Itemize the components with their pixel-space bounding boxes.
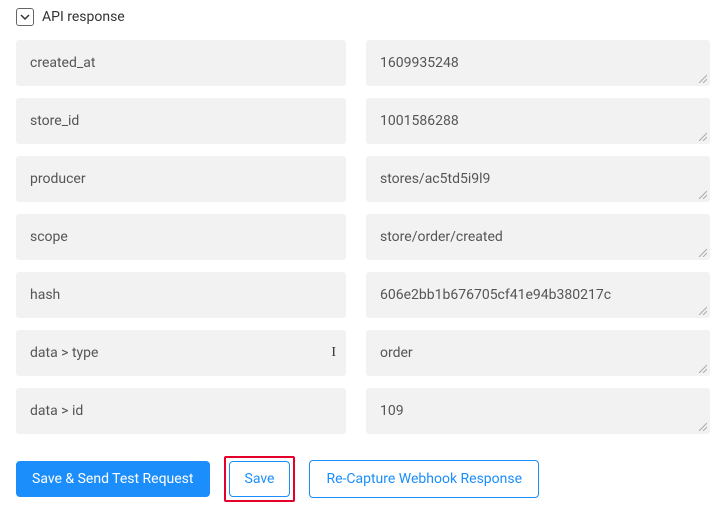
field-value-text: order bbox=[380, 345, 413, 361]
field-rows: created_at 1609935248 store_id 100158628… bbox=[16, 40, 710, 434]
section-header: API response bbox=[16, 8, 710, 26]
field-key[interactable]: hash bbox=[16, 272, 346, 318]
field-row: scope store/order/created bbox=[16, 214, 710, 260]
field-key[interactable]: store_id bbox=[16, 98, 346, 144]
field-value[interactable]: store/order/created bbox=[366, 214, 710, 260]
collapse-toggle[interactable] bbox=[16, 8, 34, 26]
field-value-text: 606e2bb1b676705cf41e94b380217c bbox=[380, 287, 611, 303]
field-value-text: 1001586288 bbox=[380, 113, 459, 129]
field-row: data > id 109 bbox=[16, 388, 710, 434]
field-value-text: 109 bbox=[380, 403, 404, 419]
field-value[interactable]: 1001586288 bbox=[366, 98, 710, 144]
field-row: hash 606e2bb1b676705cf41e94b380217c bbox=[16, 272, 710, 318]
save-button[interactable]: Save bbox=[229, 461, 291, 497]
section-title: API response bbox=[42, 9, 125, 25]
field-row: store_id 1001586288 bbox=[16, 98, 710, 144]
field-value[interactable]: 1609935248 bbox=[366, 40, 710, 86]
field-key-text: data > type bbox=[30, 345, 98, 361]
text-cursor-icon: I bbox=[331, 345, 336, 361]
save-button-highlight: Save bbox=[224, 456, 296, 502]
field-key[interactable]: created_at bbox=[16, 40, 346, 86]
button-row: Save & Send Test Request Save Re-Capture… bbox=[16, 456, 710, 502]
field-row: created_at 1609935248 bbox=[16, 40, 710, 86]
field-value-text: store/order/created bbox=[380, 229, 503, 245]
field-value[interactable]: stores/ac5td5i9l9 bbox=[366, 156, 710, 202]
resize-handle-icon bbox=[697, 131, 707, 141]
resize-handle-icon bbox=[697, 421, 707, 431]
field-key[interactable]: scope bbox=[16, 214, 346, 260]
resize-handle-icon bbox=[697, 305, 707, 315]
field-key[interactable]: producer bbox=[16, 156, 346, 202]
field-value[interactable]: 109 bbox=[366, 388, 710, 434]
field-row: producer stores/ac5td5i9l9 bbox=[16, 156, 710, 202]
resize-handle-icon bbox=[697, 189, 707, 199]
save-send-test-button[interactable]: Save & Send Test Request bbox=[16, 461, 210, 497]
field-value[interactable]: order bbox=[366, 330, 710, 376]
field-key[interactable]: data > type I bbox=[16, 330, 346, 376]
field-key[interactable]: data > id bbox=[16, 388, 346, 434]
chevron-down-icon bbox=[20, 12, 30, 22]
field-value[interactable]: 606e2bb1b676705cf41e94b380217c bbox=[366, 272, 710, 318]
resize-handle-icon bbox=[697, 73, 707, 83]
resize-handle-icon bbox=[697, 247, 707, 257]
resize-handle-icon bbox=[697, 363, 707, 373]
field-row: data > type I order bbox=[16, 330, 710, 376]
recapture-webhook-button[interactable]: Re-Capture Webhook Response bbox=[309, 460, 539, 498]
field-value-text: 1609935248 bbox=[380, 55, 459, 71]
field-value-text: stores/ac5td5i9l9 bbox=[380, 171, 490, 187]
